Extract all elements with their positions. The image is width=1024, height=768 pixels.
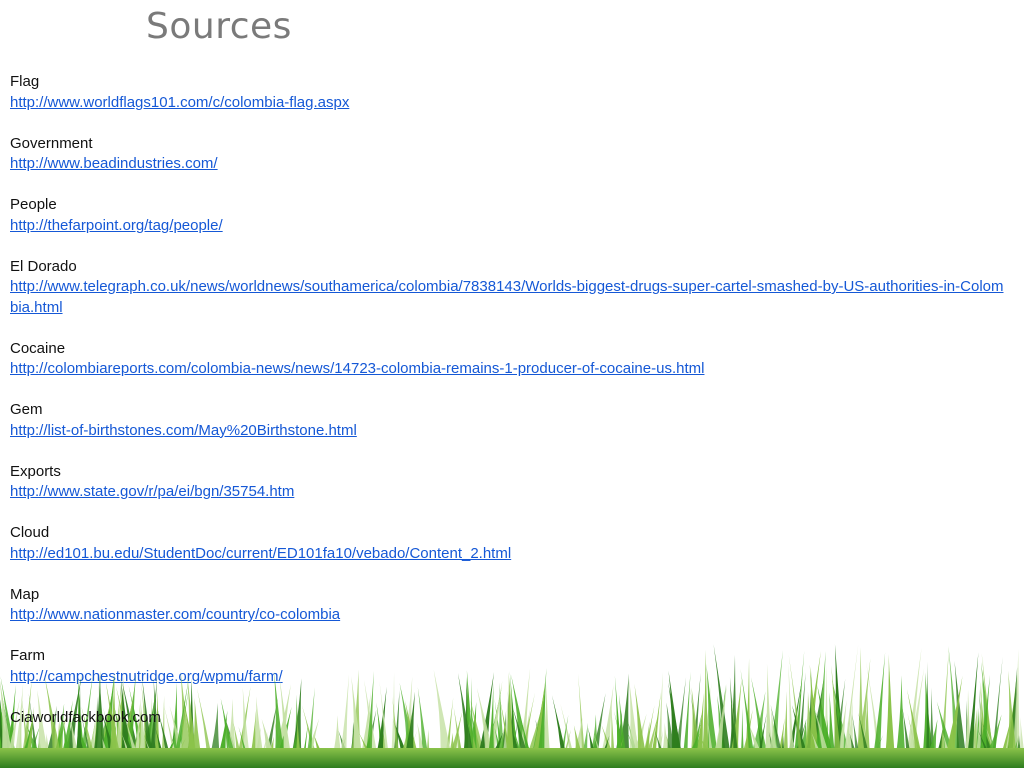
source-item: El Dorado http://www.telegraph.co.uk/new…	[10, 257, 1010, 319]
source-link[interactable]: http://www.worldflags101.com/c/colombia-…	[10, 93, 1010, 114]
source-label: Cloud	[10, 524, 50, 541]
source-link[interactable]: http://colombiareports.com/colombia-news…	[10, 359, 1010, 380]
slide-title: Sources	[146, 6, 292, 47]
source-label: El Dorado	[10, 257, 77, 275]
source-link[interactable]: http://www.telegraph.co.uk/news/worldnew…	[10, 277, 1010, 318]
source-item: Gem http://list-of-birthstones.com/May%2…	[10, 400, 1010, 441]
footer-note: Ciaworldfackbook.com	[10, 709, 161, 726]
source-label: Cocaine	[10, 339, 66, 357]
source-item: Government http://www.beadindustries.com…	[10, 134, 1010, 175]
source-link[interactable]: http://thefarpoint.org/tag/people/	[10, 216, 1010, 237]
source-item: People http://thefarpoint.org/tag/people…	[10, 195, 1010, 236]
source-label: People	[10, 196, 57, 213]
source-link[interactable]: http://www.beadindustries.com/	[10, 154, 1010, 175]
source-label: Government	[10, 134, 93, 152]
source-item: Map http://www.nationmaster.com/country/…	[10, 585, 1010, 626]
source-item: Cloud http://ed101.bu.edu/StudentDoc/cur…	[10, 523, 1010, 564]
grass-decoration	[0, 644, 1024, 768]
source-item: Exports http://www.state.gov/r/pa/ei/bgn…	[10, 462, 1010, 503]
source-item: Cocaine http://colombiareports.com/colom…	[10, 339, 1010, 380]
sources-list: Flag http://www.worldflags101.com/c/colo…	[10, 72, 1010, 708]
source-link[interactable]: http://www.state.gov/r/pa/ei/bgn/35754.h…	[10, 482, 1010, 503]
source-label: Flag	[10, 73, 40, 90]
source-link[interactable]: http://list-of-birthstones.com/May%20Bir…	[10, 421, 1010, 442]
source-label: Exports	[10, 462, 61, 480]
source-link[interactable]: http://ed101.bu.edu/StudentDoc/current/E…	[10, 544, 1010, 565]
source-link[interactable]: http://www.nationmaster.com/country/co-c…	[10, 605, 1010, 626]
source-label: Map	[10, 585, 40, 603]
source-label: Gem	[10, 401, 43, 418]
source-item: Flag http://www.worldflags101.com/c/colo…	[10, 72, 1010, 113]
